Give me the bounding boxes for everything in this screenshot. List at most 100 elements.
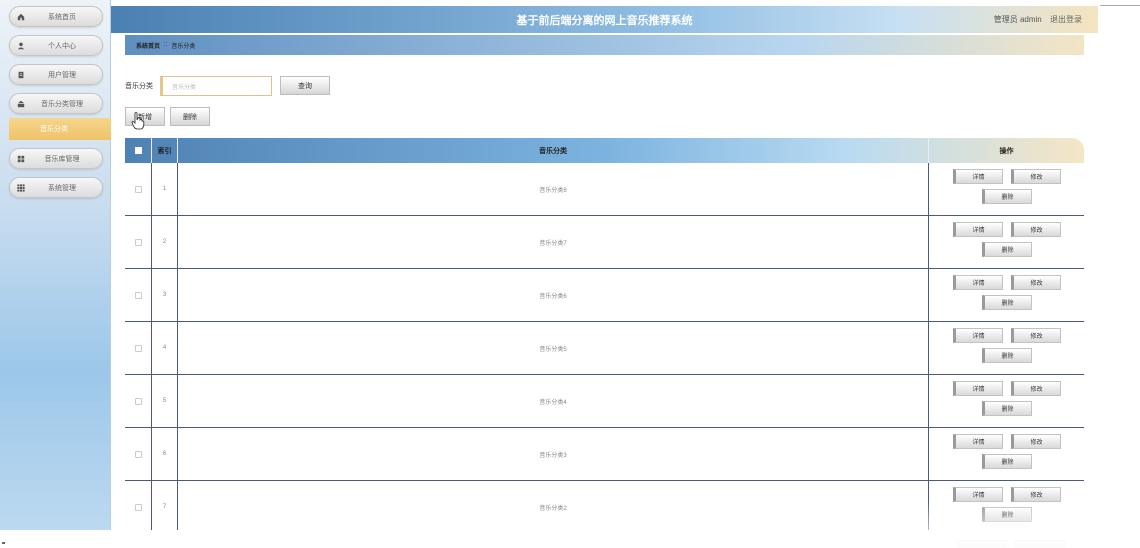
detail-button[interactable]: 详情 <box>952 222 1003 237</box>
app-title: 基于前后端分离的网上音乐推荐系统 <box>516 15 693 27</box>
row-checkbox[interactable] <box>134 503 142 511</box>
row-ops: 详情 修改 删除 <box>929 375 1084 427</box>
edit-button[interactable]: 修改 <box>1010 381 1061 396</box>
sidebar: 系统首页 个人中心 用户管理 音乐分类管理 音乐分类 音乐库管理 系统管理 <box>0 0 111 530</box>
sidebar-item-users[interactable]: 用户管理 <box>9 64 103 85</box>
edit-button[interactable]: 修改 <box>1010 434 1061 449</box>
window-edge-line <box>1100 5 1140 6</box>
header-name: 音乐分类 <box>178 138 929 163</box>
sidebar-item-label: 系统管理 <box>48 184 76 192</box>
user-icon <box>10 42 32 50</box>
row-ops: 详情 修改 删除 <box>929 428 1084 480</box>
row-checkbox[interactable] <box>134 185 142 193</box>
delete-button[interactable]: 删除 <box>981 507 1032 522</box>
sidebar-item-system[interactable]: 系统管理 <box>9 177 103 198</box>
hand-cursor-icon <box>131 112 145 130</box>
row-index: 2 <box>152 216 178 268</box>
row-name: 音乐分类3 <box>178 428 929 480</box>
row-index: 4 <box>152 322 178 374</box>
row-ops: 详情 修改 删除 <box>929 481 1084 530</box>
delete-button[interactable]: 删除 <box>981 295 1032 310</box>
breadcrumb-separator: :: <box>164 42 168 48</box>
detail-button[interactable]: 详情 <box>952 275 1003 290</box>
table-row: 1 音乐分类8 详情 修改 删除 <box>125 163 1084 216</box>
row-name: 音乐分类2 <box>178 481 929 530</box>
edit-button[interactable]: 修改 <box>1010 487 1061 502</box>
row-ops: 详情 修改 删除 <box>929 322 1084 374</box>
delete-button[interactable]: 删除 <box>981 348 1032 363</box>
detail-button[interactable]: 详情 <box>952 381 1003 396</box>
breadcrumb-current: 音乐分类 <box>171 43 196 50</box>
edit-button[interactable]: 修改 <box>1010 169 1061 184</box>
edit-button[interactable]: 修改 <box>1010 222 1061 237</box>
delete-button[interactable]: 删除 <box>981 401 1032 416</box>
sidebar-item-label: 用户管理 <box>48 71 76 79</box>
delete-button[interactable]: 删除 <box>981 242 1032 257</box>
row-ops: 详情 修改 删除 <box>929 216 1084 268</box>
table-row: 6 音乐分类3 详情 修改 删除 <box>125 428 1084 481</box>
detail-button[interactable]: 详情 <box>952 487 1003 502</box>
search-input[interactable]: 音乐分类 <box>160 76 272 96</box>
detail-button[interactable]: 详情 <box>952 434 1003 449</box>
sidebar-item-profile[interactable]: 个人中心 <box>9 35 103 56</box>
delete-button[interactable]: 删除 <box>981 189 1032 204</box>
bank-icon <box>10 100 32 108</box>
row-checkbox[interactable] <box>134 450 142 458</box>
row-ops: 详情 修改 删除 <box>929 163 1084 215</box>
edit-button[interactable]: 修改 <box>1010 275 1061 290</box>
sidebar-item-home[interactable]: 系统首页 <box>9 6 103 27</box>
grid-9-icon <box>10 183 32 192</box>
sidebar-item-label: 个人中心 <box>48 42 76 50</box>
edge-mark <box>2 542 5 544</box>
logout-link[interactable]: 退出登录 <box>1050 15 1082 24</box>
breadcrumb-home[interactable]: 系统首页 <box>136 41 160 50</box>
next-row-ops-partial <box>957 540 1065 548</box>
header-index: 索引 <box>152 138 178 163</box>
edit-button[interactable]: 修改 <box>1010 328 1061 343</box>
row-name: 音乐分类8 <box>178 163 929 215</box>
header-ops: 操作 <box>999 147 1014 155</box>
sidebar-item-label: 音乐分类管理 <box>41 100 83 108</box>
sidebar-item-music-category-mgmt[interactable]: 音乐分类管理 <box>9 93 103 114</box>
query-button[interactable]: 查询 <box>280 76 330 95</box>
breadcrumb: 系统首页 :: 音乐分类 <box>125 35 1084 55</box>
grid-icon <box>10 155 32 163</box>
user-area: 管理员 admin 退出登录 <box>994 14 1082 25</box>
sidebar-item-label: 系统首页 <box>48 13 76 21</box>
user-label: 管理员 admin <box>993 15 1042 24</box>
row-index: 5 <box>152 375 178 427</box>
top-header: 基于前后端分离的网上音乐推荐系统 管理员 admin 退出登录 <box>111 6 1098 33</box>
table-row: 3 音乐分类6 详情 修改 删除 <box>125 269 1084 322</box>
home-icon <box>10 13 32 21</box>
delete-button[interactable]: 删除 <box>981 454 1032 469</box>
table-body: 1 音乐分类8 详情 修改 删除 2 音乐分类7 详情 修改 删除 3 音乐分类… <box>125 163 1084 530</box>
row-name: 音乐分类4 <box>178 375 929 427</box>
row-checkbox[interactable] <box>134 397 142 405</box>
row-index: 1 <box>152 163 178 215</box>
select-all-cell[interactable] <box>125 138 152 163</box>
table-row: 5 音乐分类4 详情 修改 删除 <box>125 375 1084 428</box>
sidebar-subitem-music-category[interactable]: 音乐分类 <box>9 118 111 140</box>
table-header: 索引 音乐分类 操作 <box>125 138 1084 163</box>
row-name: 音乐分类5 <box>178 322 929 374</box>
row-checkbox[interactable] <box>134 238 142 246</box>
detail-button[interactable]: 详情 <box>952 328 1003 343</box>
sidebar-item-music-library[interactable]: 音乐库管理 <box>9 148 103 169</box>
batch-delete-button[interactable]: 删除 <box>170 107 210 126</box>
row-name: 音乐分类7 <box>178 216 929 268</box>
detail-button[interactable]: 详情 <box>952 169 1003 184</box>
row-checkbox[interactable] <box>134 291 142 299</box>
row-ops: 详情 修改 删除 <box>929 269 1084 321</box>
sidebar-item-label: 音乐库管理 <box>44 155 80 163</box>
row-index: 7 <box>152 481 178 530</box>
select-all-checkbox[interactable] <box>134 147 142 154</box>
row-checkbox[interactable] <box>134 344 142 352</box>
row-index: 6 <box>152 428 178 480</box>
clipboard-icon <box>10 71 32 79</box>
table-row: 7 音乐分类2 详情 修改 删除 <box>125 481 1084 530</box>
row-name: 音乐分类6 <box>178 269 929 321</box>
row-index: 3 <box>152 269 178 321</box>
table-row: 4 音乐分类5 详情 修改 删除 <box>125 322 1084 375</box>
table-row: 2 音乐分类7 详情 修改 删除 <box>125 216 1084 269</box>
search-label: 音乐分类 <box>125 83 153 90</box>
